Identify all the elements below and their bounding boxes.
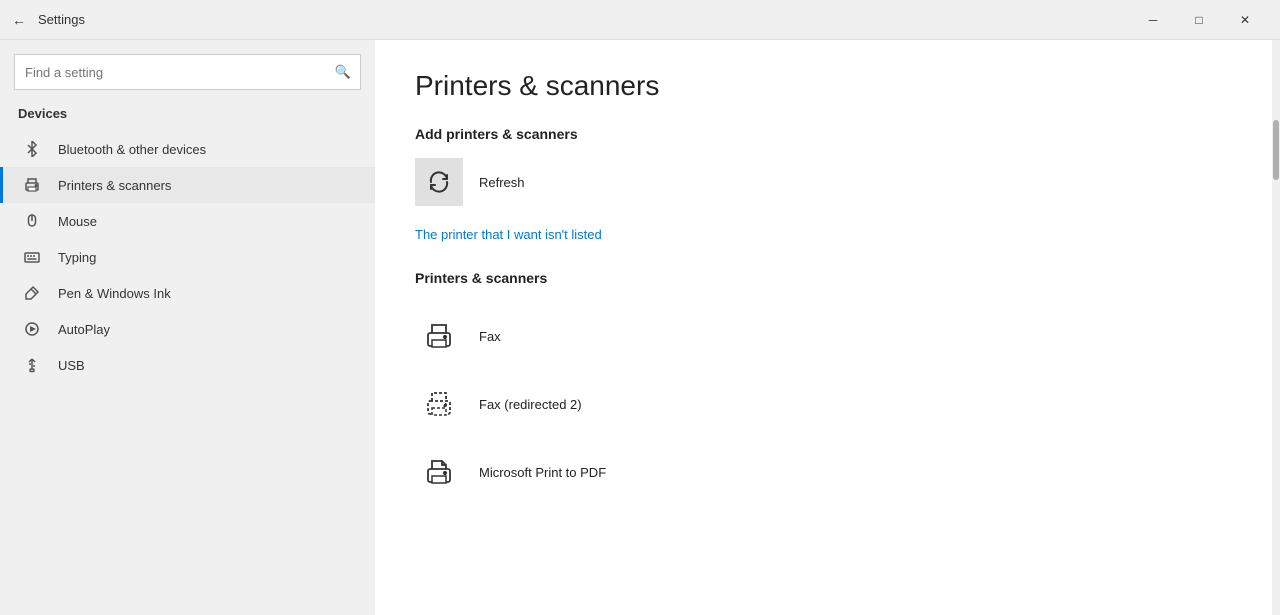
sidebar-item-usb[interactable]: USB — [0, 347, 375, 383]
scrollbar-thumb[interactable] — [1273, 120, 1279, 180]
search-container: 🔍 — [14, 54, 361, 90]
printer-name-fax: Fax — [479, 329, 501, 344]
sidebar-item-label-pen: Pen & Windows Ink — [58, 286, 171, 301]
printer-item-fax[interactable]: Fax — [415, 302, 1232, 370]
refresh-label: Refresh — [479, 175, 525, 190]
pen-icon — [18, 285, 46, 301]
printer-name-fax-redirected: Fax (redirected 2) — [479, 397, 582, 412]
sidebar-item-typing[interactable]: Typing — [0, 239, 375, 275]
pdf-printer-icon — [415, 448, 463, 496]
usb-icon — [18, 357, 46, 373]
sidebar-item-label-printers: Printers & scanners — [58, 178, 171, 193]
main-layout: 🔍 Devices Bluetooth & other devices — [0, 40, 1280, 615]
sidebar: 🔍 Devices Bluetooth & other devices — [0, 40, 375, 615]
page-title: Printers & scanners — [415, 70, 1232, 102]
close-button[interactable]: ✕ — [1222, 0, 1268, 40]
sidebar-item-autoplay[interactable]: AutoPlay — [0, 311, 375, 347]
sidebar-section-title: Devices — [0, 98, 375, 131]
search-icon: 🔍 — [335, 64, 351, 80]
add-button-row: Refresh — [415, 158, 1232, 206]
app-title: Settings — [38, 12, 1130, 27]
fax-redirected-printer-icon — [415, 380, 463, 428]
search-input[interactable] — [14, 54, 361, 90]
printer-item-fax-redirected[interactable]: Fax (redirected 2) — [415, 370, 1232, 438]
sidebar-item-label-autoplay: AutoPlay — [58, 322, 110, 337]
sidebar-item-printers[interactable]: Printers & scanners — [0, 167, 375, 203]
printer-icon — [18, 177, 46, 193]
sidebar-item-label-usb: USB — [58, 358, 85, 373]
printer-name-pdf: Microsoft Print to PDF — [479, 465, 606, 480]
refresh-button[interactable] — [415, 158, 463, 206]
fax-printer-icon — [415, 312, 463, 360]
bluetooth-icon — [18, 141, 46, 157]
mouse-icon — [18, 213, 46, 229]
maximize-button[interactable]: □ — [1176, 0, 1222, 40]
sidebar-item-bluetooth[interactable]: Bluetooth & other devices — [0, 131, 375, 167]
content-area: Printers & scanners Add printers & scann… — [375, 40, 1272, 615]
not-listed-link[interactable]: The printer that I want isn't listed — [415, 227, 602, 242]
add-section-title: Add printers & scanners — [415, 126, 1232, 142]
autoplay-icon — [18, 321, 46, 337]
printer-item-pdf[interactable]: Microsoft Print to PDF — [415, 438, 1232, 506]
typing-icon — [18, 249, 46, 265]
back-button[interactable]: ← — [12, 12, 26, 28]
minimize-button[interactable]: ─ — [1130, 0, 1176, 40]
scrollbar[interactable] — [1272, 40, 1280, 615]
sidebar-item-label-typing: Typing — [58, 250, 96, 265]
sidebar-item-label-bluetooth: Bluetooth & other devices — [58, 142, 206, 157]
title-bar: ← Settings ─ □ ✕ — [0, 0, 1280, 40]
window-controls: ─ □ ✕ — [1130, 0, 1268, 40]
sidebar-item-label-mouse: Mouse — [58, 214, 97, 229]
sidebar-item-pen[interactable]: Pen & Windows Ink — [0, 275, 375, 311]
sidebar-item-mouse[interactable]: Mouse — [0, 203, 375, 239]
printers-section-title: Printers & scanners — [415, 270, 1232, 286]
